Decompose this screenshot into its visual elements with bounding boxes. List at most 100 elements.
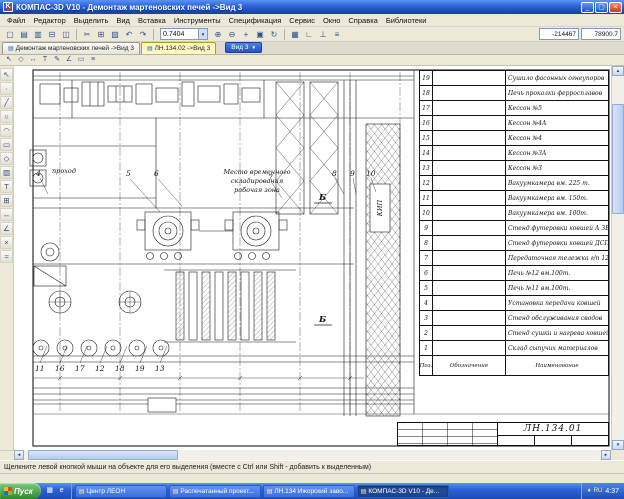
scroll-left-icon[interactable]: ◄: [14, 450, 24, 460]
clock[interactable]: 4:37: [605, 488, 619, 495]
parts-table: 19 Сушило фасонных огнеупоров 18 Печь пр…: [419, 70, 609, 376]
close-button[interactable]: ×: [609, 1, 622, 13]
rectangle-tool-icon[interactable]: ▭: [0, 138, 13, 151]
tab-demontazh[interactable]: ▤ Демонтаж мартеновских печей ->Вид 3: [2, 42, 140, 54]
start-button[interactable]: Пуск: [0, 483, 41, 499]
Стенд обслуживания сводов: 3 Стенд обслуживания сводов: [420, 311, 608, 326]
snap-icon[interactable]: ∟: [302, 28, 316, 41]
current-view-selector[interactable]: Вид 3 ▼: [225, 42, 262, 53]
scroll-right-icon[interactable]: ►: [601, 450, 611, 460]
hatch-tool-icon[interactable]: ▨: [0, 166, 13, 179]
text-tool-icon[interactable]: T: [0, 180, 13, 193]
menu-item[interactable]: Инструменты: [170, 16, 225, 25]
antivirus-tray-icon[interactable]: ♦: [588, 488, 591, 494]
coordinate-x-field[interactable]: -214467: [539, 28, 579, 40]
zoom-combo[interactable]: 0.7404 ▼: [160, 28, 208, 40]
Печь №11 вм.100т.: 5 Печь №11 вм.100т.: [420, 281, 608, 296]
parts-table-header: Поз. Обозначение Наименование: [420, 356, 608, 375]
angle-tool-icon[interactable]: ∠: [0, 222, 13, 235]
editing-panel-icon[interactable]: ✎: [51, 55, 63, 65]
horizontal-scroll-track[interactable]: [24, 450, 601, 460]
vertical-scroll-thumb[interactable]: [612, 104, 624, 214]
layers-icon[interactable]: ≡: [330, 28, 344, 41]
menu-item[interactable]: Вставка: [134, 16, 170, 25]
pan-icon[interactable]: +: [239, 28, 253, 41]
grid-icon[interactable]: ▦: [288, 28, 302, 41]
taskbar-window-button[interactable]: ▤ КОМПАС-3D V10 - Де...: [356, 484, 449, 498]
erase-tool-icon[interactable]: ×: [0, 236, 13, 249]
menu-item[interactable]: Справка: [344, 16, 381, 25]
new-document-icon[interactable]: ▢: [3, 28, 17, 41]
geometry-panel-icon[interactable]: ◇: [15, 55, 27, 65]
measure-panel-icon[interactable]: ∠: [63, 55, 75, 65]
menu-item[interactable]: Спецификация: [225, 16, 286, 25]
redo-icon[interactable]: ↷: [136, 28, 150, 41]
part-designation: [433, 86, 506, 100]
copy-icon[interactable]: ⊞: [94, 28, 108, 41]
part-designation: [433, 266, 506, 280]
taskbar-window-button[interactable]: ▤ Центр ЛЕОН: [74, 484, 167, 498]
vertical-scroll-track[interactable]: [612, 76, 624, 440]
part-position: 15: [420, 131, 433, 145]
print-preview-icon[interactable]: ◫: [59, 28, 73, 41]
menu-item[interactable]: Сервис: [285, 16, 319, 25]
menu-item[interactable]: Файл: [3, 16, 29, 25]
table-tool-icon[interactable]: ⊞: [0, 194, 13, 207]
annotation-kip: КИП: [376, 199, 384, 217]
print-icon[interactable]: ⊟: [45, 28, 59, 41]
part-name: Вакуумкамера вм. 150т.: [508, 194, 588, 202]
tab-ln-134-02[interactable]: ▤ ЛН.134.02 ->Вид 3: [140, 42, 217, 54]
show-desktop-icon[interactable]: ▦: [45, 486, 55, 496]
taskbar-window-button[interactable]: ▤ ЛН.134 Ижорский заво...: [262, 484, 355, 498]
part-name: Передаточная тележка г/п 125т: [508, 254, 608, 262]
tab-label: Демонтаж мартеновских печей ->Вид 3: [15, 45, 134, 52]
ie-quick-launch-icon[interactable]: e: [57, 486, 67, 496]
cut-icon[interactable]: ✂: [80, 28, 94, 41]
scroll-down-icon[interactable]: ▼: [612, 440, 624, 450]
ortho-icon[interactable]: ⊥: [316, 28, 330, 41]
circle-tool-icon[interactable]: ○: [0, 110, 13, 123]
point-tool-icon[interactable]: ∙: [0, 82, 13, 95]
coordinate-y-field[interactable]: 78900.7: [581, 28, 621, 40]
coordinate-x-value: -214467: [552, 30, 576, 38]
scroll-up-icon[interactable]: ▲: [612, 66, 624, 76]
annotation-panel-icon[interactable]: T: [39, 55, 51, 65]
line-tool-icon[interactable]: ╱: [0, 96, 13, 109]
drawing-canvas[interactable]: проход Место временного складирования ра…: [14, 66, 611, 450]
part-position: 10: [420, 206, 433, 220]
pointer-tool-icon[interactable]: ↖: [0, 68, 13, 81]
zoom-out-icon[interactable]: ⊖: [225, 28, 239, 41]
save-icon[interactable]: ▥: [31, 28, 45, 41]
menu-item[interactable]: Библиотеки: [382, 16, 431, 25]
zoom-in-icon[interactable]: ⊕: [211, 28, 225, 41]
menu-item[interactable]: Окно: [319, 16, 344, 25]
arc-tool-icon[interactable]: ◠: [0, 124, 13, 137]
menu-item[interactable]: Редактор: [29, 16, 69, 25]
refresh-icon[interactable]: ↻: [267, 28, 281, 41]
fit-page-icon[interactable]: ▣: [253, 28, 267, 41]
horizontal-scroll-thumb[interactable]: [28, 450, 178, 460]
horizontal-scrollbar-row: ◄ ►: [0, 450, 624, 460]
part-designation: [433, 71, 506, 85]
dimension-tool-icon[interactable]: ↔: [0, 208, 13, 221]
polygon-tool-icon[interactable]: ◇: [0, 152, 13, 165]
title-block: ЛН.134.01: [397, 422, 609, 446]
horizontal-scrollbar[interactable]: ◄ ►: [14, 450, 611, 460]
menu-item[interactable]: Вид: [112, 16, 134, 25]
menu-item[interactable]: Выделить: [70, 16, 113, 25]
chevron-down-icon[interactable]: ▼: [198, 29, 207, 39]
measure-tool-icon[interactable]: ≈: [0, 250, 13, 263]
paste-icon[interactable]: ▨: [108, 28, 122, 41]
undo-icon[interactable]: ↶: [122, 28, 136, 41]
restore-button[interactable]: ▢: [595, 1, 608, 13]
status-message: Щелкните левой кнопкой мыши на объекте д…: [4, 463, 372, 471]
select-mode-icon[interactable]: ↖: [3, 55, 15, 65]
dimensions-panel-icon[interactable]: ↔: [27, 55, 39, 65]
spec-panel-icon[interactable]: ≡: [87, 55, 99, 65]
vertical-scrollbar[interactable]: ▲ ▼: [611, 66, 624, 450]
language-indicator[interactable]: RU: [594, 488, 603, 494]
selection-panel-icon[interactable]: ▭: [75, 55, 87, 65]
open-document-icon[interactable]: ▤: [17, 28, 31, 41]
taskbar-window-button[interactable]: ▤ Распечатанный проект...: [168, 484, 261, 498]
minimize-button[interactable]: _: [581, 1, 594, 13]
